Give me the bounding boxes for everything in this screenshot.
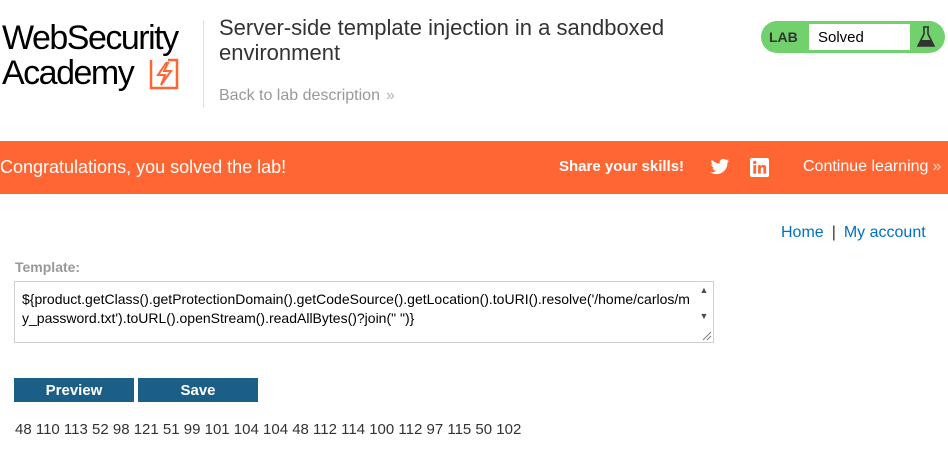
save-button[interactable]: Save bbox=[138, 378, 258, 402]
nav-separator: | bbox=[831, 224, 836, 241]
resize-grip-icon[interactable] bbox=[700, 329, 712, 341]
continue-learning-label: Continue learning bbox=[803, 158, 929, 175]
solved-banner: Congratulations, you solved the lab! Sha… bbox=[0, 141, 948, 194]
back-link-label: Back to lab description bbox=[219, 87, 380, 104]
web-security-academy-logo[interactable]: WebSecurity Academy bbox=[2, 20, 202, 92]
chevron-up-icon[interactable]: ▲ bbox=[697, 284, 711, 296]
twitter-icon[interactable] bbox=[710, 158, 730, 176]
academy-lightning-icon bbox=[149, 58, 179, 90]
lab-title: Server-side template injection in a sand… bbox=[219, 15, 665, 65]
congratulations-message: Congratulations, you solved the lab! bbox=[0, 157, 287, 177]
linkedin-icon[interactable] bbox=[750, 158, 769, 177]
header-divider bbox=[203, 20, 204, 108]
double-chevron-right-icon: » bbox=[385, 87, 395, 104]
page-header: WebSecurity Academy Server-side template… bbox=[0, 0, 948, 140]
preview-button[interactable]: Preview bbox=[14, 378, 134, 402]
double-chevron-right-icon: » bbox=[932, 158, 942, 175]
lab-status-box: Solved bbox=[809, 24, 910, 50]
template-textarea-value: ${product.getClass().getProtectionDomain… bbox=[22, 291, 690, 326]
share-skills-label: Share your skills! bbox=[559, 158, 685, 175]
my-account-link[interactable]: My account bbox=[844, 224, 926, 241]
template-output: 48 110 113 52 98 121 51 99 101 104 104 4… bbox=[15, 421, 522, 438]
chevron-down-icon[interactable]: ▼ bbox=[697, 310, 711, 322]
logo-text-line1: WebSecurity bbox=[2, 19, 179, 57]
continue-learning-link[interactable]: Continue learning» bbox=[803, 158, 941, 176]
textarea-scrollbar[interactable]: ▲ ▼ bbox=[697, 284, 711, 324]
lab-status-text: Solved bbox=[818, 29, 864, 46]
template-label: Template: bbox=[15, 259, 81, 275]
flask-icon bbox=[916, 26, 936, 47]
lab-badge-label: LAB bbox=[769, 29, 798, 45]
template-textarea[interactable]: ${product.getClass().getProtectionDomain… bbox=[14, 281, 714, 343]
lab-status-badge: LAB Solved bbox=[761, 21, 945, 53]
home-link[interactable]: Home bbox=[781, 224, 824, 241]
back-to-lab-description-link[interactable]: Back to lab description » bbox=[219, 87, 395, 105]
logo-text-line2: Academy bbox=[2, 54, 135, 92]
account-navigation: Home | My account bbox=[781, 224, 926, 242]
